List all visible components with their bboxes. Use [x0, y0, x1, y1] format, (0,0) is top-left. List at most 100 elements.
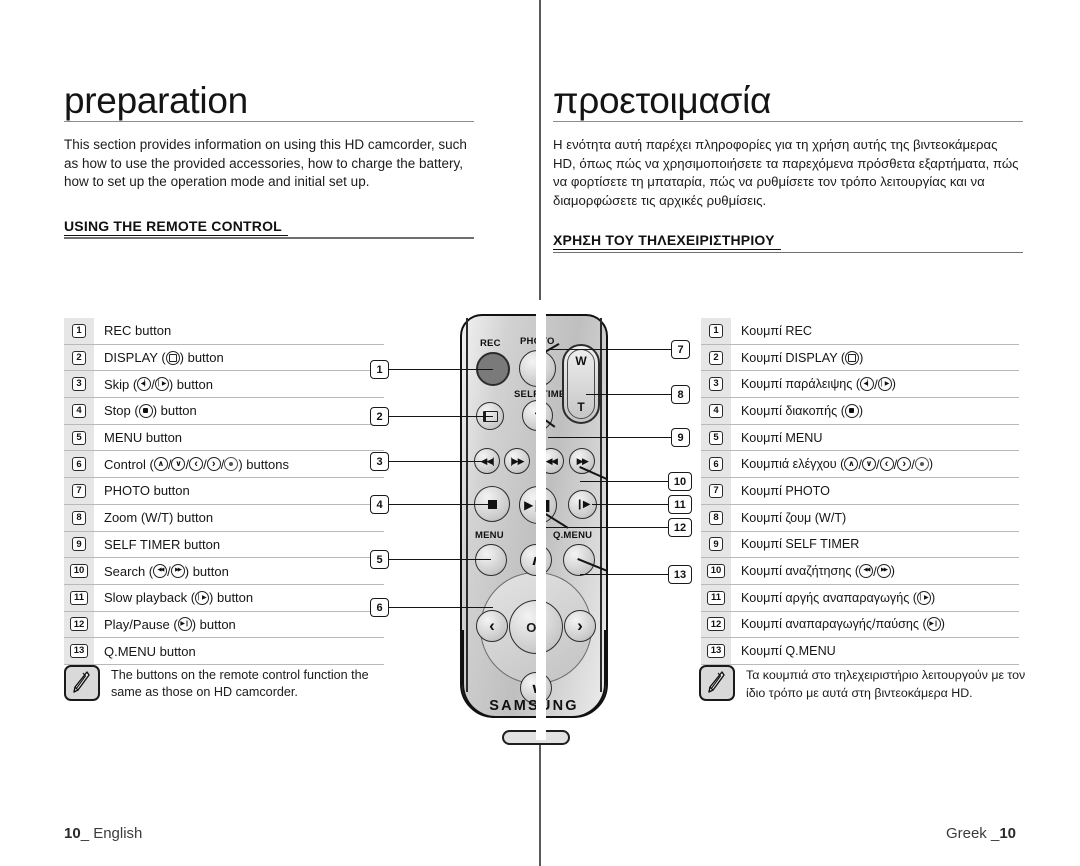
legend-label-text: Κουμπί REC [741, 323, 812, 338]
legend-row-label: Κουμπί DISPLAY () [731, 350, 864, 365]
legend-label-text: Slow playback ( [104, 590, 196, 606]
legend-row: 13 Q.MENU button [64, 638, 384, 665]
legend-row-label: Stop ( ) button [94, 403, 197, 418]
legend-row: 2 DISPLAY () button [64, 344, 384, 372]
legend-label-suffix: ) buttons [238, 456, 289, 472]
legend-label-suffix: ) button [152, 403, 197, 419]
legend-row-label: MENU button [94, 430, 182, 445]
legend-number-badge: 3 [72, 377, 86, 392]
note-pen-icon [64, 665, 100, 701]
legend-label-text: Κουμπί DISPLAY ( [741, 350, 846, 365]
legend-number-badge: 3 [709, 377, 723, 392]
callout-11: 11 [592, 495, 692, 514]
legend-row-number-cell: 1 [64, 318, 94, 344]
legend-number-badge: 5 [709, 430, 723, 445]
legend-row: 11Κουμπί αργής αναπαραγωγής () [701, 584, 1019, 612]
legend-label-suffix: ) button [184, 563, 229, 579]
greek-chapter-title: προετοιμασία [553, 82, 1023, 122]
legend-row: 7 PHOTO button [64, 478, 384, 505]
legend-row-number-cell: 6 [64, 451, 94, 478]
legend-row-label: Κουμπί PHOTO [731, 484, 830, 498]
display-icon [845, 350, 860, 365]
legend-label-text: Zoom (W/T) button [104, 510, 214, 526]
legend-row: 7 Κουμπί PHOTO [701, 478, 1019, 505]
legend-label-text: Κουμπί MENU [741, 430, 823, 445]
english-intro-paragraph: This section provides information on usi… [64, 137, 467, 189]
legend-number-badge: 9 [72, 537, 86, 552]
legend-row: 8 Zoom (W/T) button [64, 504, 384, 532]
legend-label-text: Κουμπί SELF TIMER [741, 537, 860, 552]
legend-row-label: Control (////) buttons [94, 457, 289, 472]
legend-label-text: PHOTO button [104, 483, 190, 499]
legend-row-label: Κουμπιά ελέγχου (////) [731, 457, 933, 472]
legend-row-number-cell: 8 [64, 504, 94, 531]
divider-gap-mask [536, 300, 546, 740]
legend-label-text: DISPLAY ( [104, 350, 166, 366]
callout-5: 5 [370, 550, 491, 569]
legend-row-label: Q.MENU button [94, 644, 196, 659]
legend-label-text: Stop ( [104, 403, 139, 419]
callout-13: 13 [580, 565, 692, 584]
legend-label-suffix: ) [858, 403, 864, 418]
greek-intro-paragraph: Η ενότητα αυτή παρέχει πληροφορίες για τ… [553, 137, 1019, 208]
remote-label-rec: REC [480, 338, 501, 349]
legend-label-suffix: ) [859, 350, 864, 365]
footer-english: 10_ English [64, 825, 143, 842]
legend-row: 1 REC button [64, 318, 384, 345]
chevron-down-icon [861, 457, 876, 472]
legend-row-label: DISPLAY ( ) button [94, 350, 224, 365]
chevron-left-icon [189, 457, 204, 472]
legend-row: 4 Stop () button [64, 398, 384, 425]
slow-play-icon [195, 590, 210, 605]
greek-button-legend-list: 1 Κουμπί REC 2 Κουμπί DISPLAY () 3 Κουμπί παρ… [701, 318, 1019, 665]
legend-label-suffix: ) [930, 590, 936, 605]
legend-row-label: Skip (/) button [94, 377, 213, 392]
footer-language-right: Greek [945, 825, 987, 842]
legend-row-number-cell: 12 [64, 611, 94, 638]
legend-row-number-cell: 5 [64, 424, 94, 451]
fast-forward-icon: ▶▶ [576, 455, 589, 466]
legend-number-badge: 13 [70, 644, 88, 659]
skip-next-icon [877, 377, 892, 392]
legend-row-number-cell: 9 [64, 531, 94, 558]
legend-number-badge: 1 [72, 323, 86, 338]
legend-label-text: Κουμπί αναζήτησης ( [741, 564, 860, 579]
skip-prev-icon [860, 377, 875, 392]
legend-label-text: Κουμπί αναπαραγωγής/παύσης ( [741, 617, 927, 632]
skip-next-icon: |▶▶ [510, 455, 524, 466]
legend-number-badge: 6 [72, 457, 86, 472]
chevron-right-icon [206, 457, 221, 472]
remote-skip-next-button[interactable]: |▶▶ [504, 448, 530, 474]
legend-label-text: Κουμπί αργής αναπαραγωγής ( [741, 590, 917, 605]
english-note: The buttons on the remote control functi… [64, 665, 394, 701]
stop-dot-icon [138, 403, 153, 418]
legend-label-text: SELF TIMER button [104, 536, 221, 552]
greek-section-heading: ΧΡΗΣΗ ΤΟΥ ΤΗΛΕΧΕΙΡΙΣΤΗΡΙΟΥ [553, 232, 1023, 253]
legend-row-number-cell: 7 [64, 478, 94, 504]
skip-next-icon [154, 377, 169, 392]
legend-row: 2 Κουμπί DISPLAY () [701, 344, 1019, 372]
legend-row-label: PHOTO button [94, 483, 190, 498]
legend-label-text: Κουμπί Q.MENU [741, 644, 836, 659]
legend-label-text: REC button [104, 323, 172, 339]
legend-row-label: Κουμπί διακοπής () [731, 403, 864, 418]
english-section-heading: USING THE REMOTE CONTROL [64, 217, 474, 239]
ok-dot-icon [914, 457, 929, 472]
legend-row: 1 Κουμπί REC [701, 318, 1019, 345]
legend-row-label: Slow playback () button [94, 590, 253, 605]
legend-row: 4 Κουμπί διακοπής () [701, 398, 1019, 425]
slow-play-icon [916, 590, 931, 605]
legend-number-badge: 8 [709, 510, 723, 525]
legend-row: 5 MENU button [64, 424, 384, 452]
legend-label-suffix: ) [891, 377, 896, 392]
legend-row: 6 Control (////) buttons [64, 451, 384, 479]
ok-dot-icon [224, 457, 239, 472]
remote-label-menu: MENU [475, 530, 504, 541]
legend-number-badge: 5 [72, 430, 86, 445]
fast-forward-icon [170, 564, 185, 579]
play-pause-icon [177, 617, 192, 632]
rewind-icon: ◀◀ [545, 455, 558, 466]
legend-row-label: Κουμπί ζουμ (W/T) [731, 511, 846, 525]
legend-label-suffix: ) button [179, 350, 224, 366]
legend-label-text: Κουμπί παράλειψης ( [741, 377, 861, 392]
